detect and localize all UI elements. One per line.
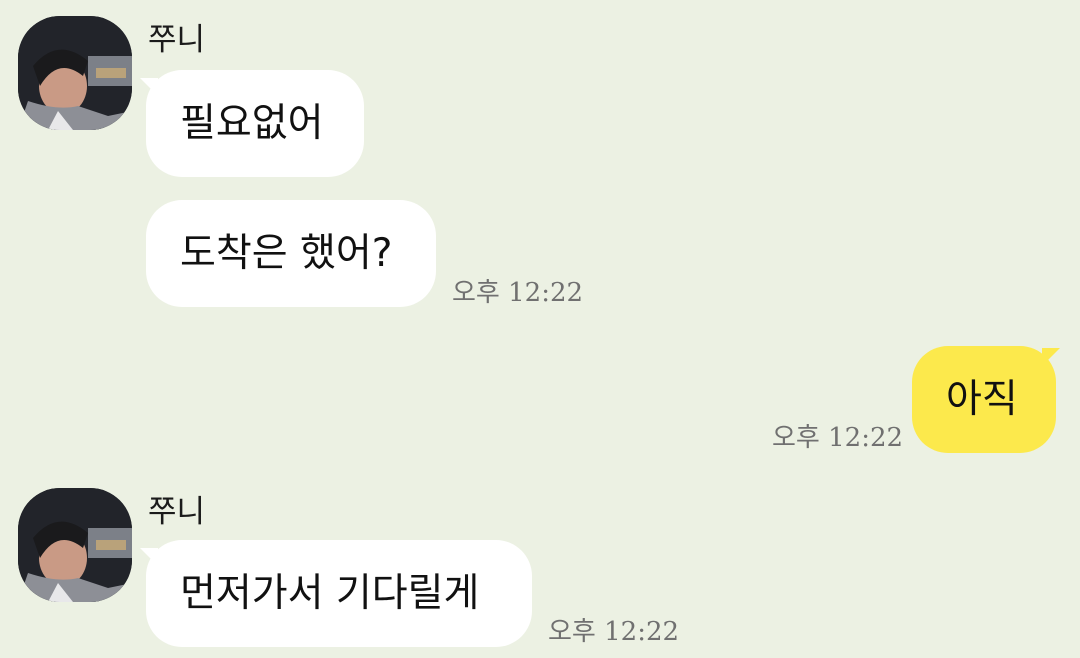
message-text: 먼저가서 기다릴게 bbox=[180, 570, 480, 616]
sender-name: 쭈니 bbox=[148, 22, 206, 58]
outgoing-message-bubble[interactable]: 아직 bbox=[912, 346, 1056, 453]
message-timestamp: 오후 12:22 bbox=[548, 617, 680, 647]
sender-avatar[interactable] bbox=[18, 16, 132, 130]
incoming-message-bubble[interactable]: 필요없어 bbox=[146, 70, 364, 177]
profile-photo-icon bbox=[18, 488, 132, 602]
message-timestamp: 오후 12:22 bbox=[452, 278, 584, 308]
sender-name: 쭈니 bbox=[148, 494, 206, 530]
message-text: 아직 bbox=[946, 376, 1018, 422]
message-timestamp: 오후 12:22 bbox=[772, 423, 904, 453]
incoming-message-bubble[interactable]: 도착은 했어? bbox=[146, 200, 436, 307]
incoming-message-bubble[interactable]: 먼저가서 기다릴게 bbox=[146, 540, 532, 647]
message-text: 도착은 했어? bbox=[180, 230, 393, 276]
profile-photo-icon bbox=[18, 16, 132, 130]
sender-avatar[interactable] bbox=[18, 488, 132, 602]
bubble-tail bbox=[1042, 348, 1060, 366]
message-text: 필요없어 bbox=[180, 100, 324, 146]
